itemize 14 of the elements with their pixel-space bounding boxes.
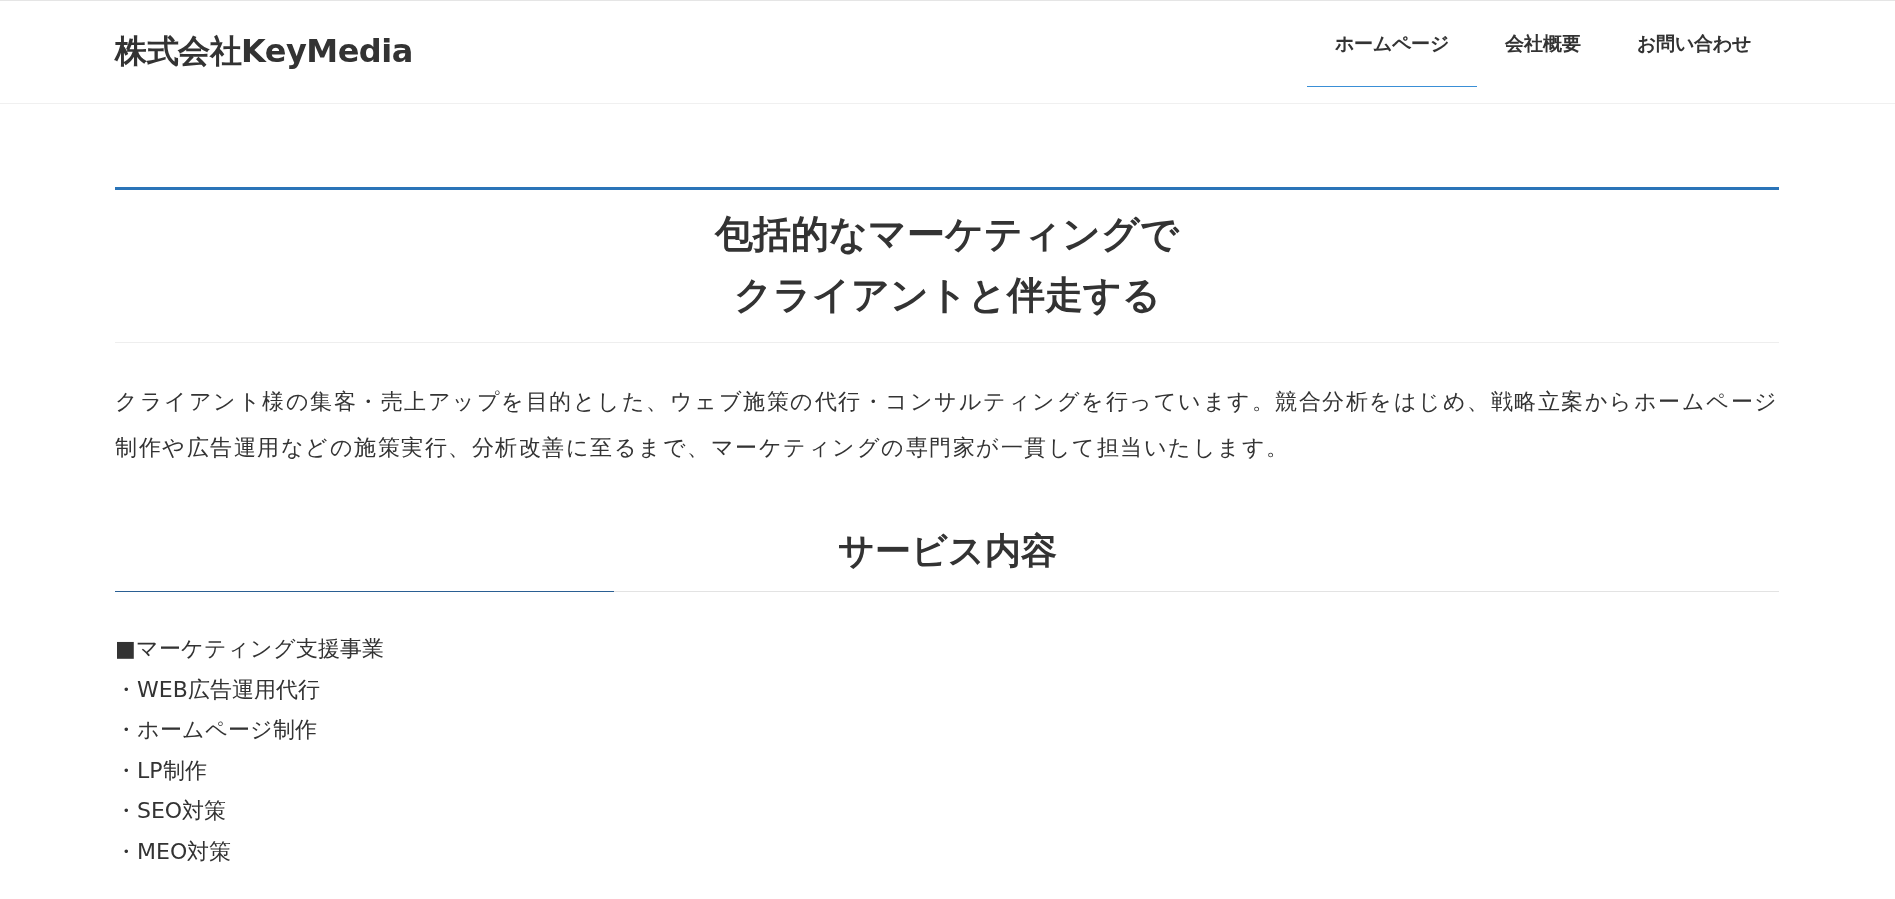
intro-paragraph: クライアント様の集客・売上アップを目的とした、ウェブ施策の代行・コンサルティングを行っています。競合分析をはじめ、戦略立案からホームページ制作や広告運用などの施策実行、分析改善に至るまで、マーケティングの専門家が一貫して担当いたします。	[115, 388, 1779, 462]
page-title: クライアントと伴走する	[733, 272, 1161, 319]
nav-link[interactable]: お問い合わせ	[1609, 1, 1779, 87]
page-title: 包括的なマーケティングで	[715, 211, 1179, 258]
nav-link[interactable]: 会社概要	[1477, 1, 1609, 87]
section-heading: サービス内容	[836, 529, 1058, 573]
service-item: ■マーケティング支援事業	[115, 635, 384, 663]
service-item: ・LP制作	[115, 756, 207, 785]
nav-link[interactable]: ホームページ	[1307, 1, 1477, 87]
service-item: ・MEO対策	[115, 837, 232, 866]
service-item: ・WEB広告運用代行	[115, 675, 320, 704]
service-item: ・ホームページ制作	[115, 716, 317, 745]
site-logo[interactable]: 株式会社KeyMedia	[115, 30, 413, 74]
service-item: ・SEO対策	[115, 797, 227, 826]
